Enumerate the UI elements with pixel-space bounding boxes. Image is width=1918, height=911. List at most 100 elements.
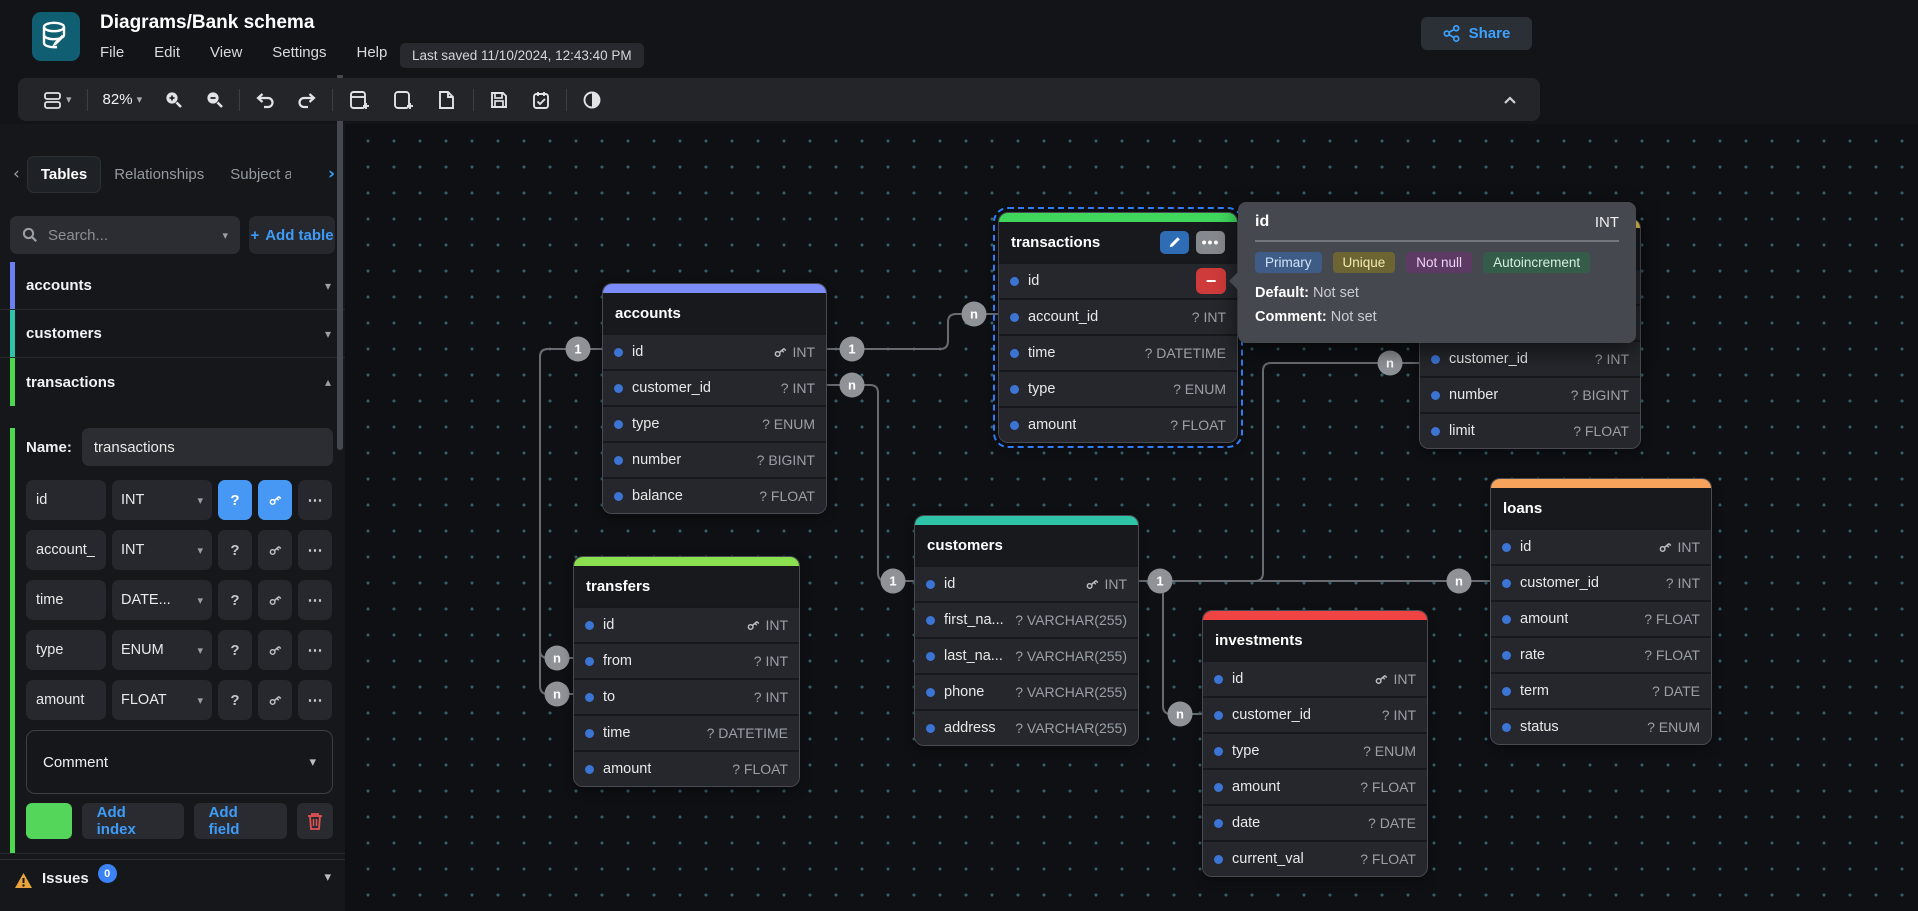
table-field-row: time? DATETIME bbox=[999, 334, 1237, 370]
add-field-button[interactable]: Add field bbox=[194, 803, 288, 839]
nullable-toggle-button[interactable]: ? bbox=[218, 680, 252, 720]
primary-key-button[interactable] bbox=[258, 630, 292, 670]
zoom-level-select[interactable]: 82% ▾ bbox=[92, 78, 154, 121]
field-type-select[interactable]: INT▾ bbox=[112, 480, 212, 520]
field-name-input[interactable]: amount bbox=[26, 680, 106, 720]
field-dot bbox=[1214, 711, 1223, 720]
add-table-button[interactable] bbox=[337, 78, 381, 121]
table-list-item-transactions[interactable]: transactions ▴ bbox=[0, 358, 345, 406]
field-dot bbox=[585, 657, 594, 666]
chevron-down-icon[interactable]: ▾ bbox=[325, 279, 331, 293]
sidebar: ‹ Tables Relationships Subject ar › Sear… bbox=[0, 124, 345, 911]
add-area-button[interactable] bbox=[381, 78, 425, 121]
page-title: Diagrams/Bank schema bbox=[100, 12, 314, 34]
comment-value: Not set bbox=[1331, 309, 1377, 325]
tabs-scroll-left-icon[interactable]: ‹ bbox=[6, 164, 27, 184]
diagram-table-customers[interactable]: customersidINTfirst_na...? VARCHAR(255)l… bbox=[914, 515, 1139, 746]
add-index-button[interactable]: Add index bbox=[82, 803, 184, 839]
field-more-button[interactable]: ⋯ bbox=[298, 530, 332, 570]
field-type-select[interactable]: FLOAT▾ bbox=[112, 680, 212, 720]
primary-key-button[interactable] bbox=[258, 530, 292, 570]
edit-pencil-icon bbox=[1168, 235, 1182, 249]
primary-key-button[interactable] bbox=[258, 680, 292, 720]
add-table-sidebar-button[interactable]: + Add table bbox=[249, 216, 335, 254]
field-more-button[interactable]: ⋯ bbox=[298, 630, 332, 670]
table-color-swatch[interactable] bbox=[26, 803, 72, 839]
edit-table-button[interactable] bbox=[1160, 231, 1189, 254]
share-button[interactable]: Share bbox=[1421, 17, 1532, 50]
table-more-button[interactable]: ••• bbox=[1196, 231, 1225, 254]
todo-button[interactable] bbox=[520, 78, 562, 121]
search-row: Search... ▾ + Add table bbox=[10, 216, 335, 254]
chevron-down-icon[interactable]: ▾ bbox=[325, 327, 331, 341]
primary-key-icon bbox=[268, 643, 282, 657]
nullable-toggle-button[interactable]: ? bbox=[218, 480, 252, 520]
delete-field-button[interactable]: − bbox=[1196, 268, 1226, 294]
field-type-select[interactable]: ENUM▾ bbox=[112, 630, 212, 670]
field-dot bbox=[585, 693, 594, 702]
primary-key-button[interactable] bbox=[258, 480, 292, 520]
toolbar-divider bbox=[332, 89, 333, 111]
field-type-select[interactable]: DATE...▾ bbox=[112, 580, 212, 620]
tab-subject-areas[interactable]: Subject ar bbox=[217, 157, 291, 192]
tab-tables[interactable]: Tables bbox=[27, 156, 101, 193]
chevron-down-icon[interactable]: ▾ bbox=[222, 229, 228, 242]
field-dot bbox=[614, 420, 623, 429]
table-field-row: balance? FLOAT bbox=[603, 477, 826, 513]
field-dot bbox=[614, 384, 623, 393]
zoom-out-button[interactable] bbox=[194, 78, 235, 121]
field-dot bbox=[1010, 385, 1019, 394]
nullable-toggle-button[interactable]: ? bbox=[218, 530, 252, 570]
field-name-input[interactable]: type bbox=[26, 630, 106, 670]
table-accent-bar bbox=[10, 428, 15, 853]
delete-table-button[interactable] bbox=[297, 803, 333, 839]
issues-footer[interactable]: Issues 0 ▾ bbox=[0, 859, 345, 911]
table-list-item-accounts[interactable]: accounts ▾ bbox=[0, 262, 345, 310]
tab-relationships[interactable]: Relationships bbox=[101, 157, 217, 192]
field-name-input[interactable]: account_ bbox=[26, 530, 106, 570]
field-dot bbox=[926, 580, 935, 589]
menu-help[interactable]: Help bbox=[356, 44, 387, 61]
menu-settings[interactable]: Settings bbox=[272, 44, 326, 61]
menu-view[interactable]: View bbox=[210, 44, 242, 61]
primary-key-icon bbox=[268, 593, 282, 607]
table-field-row: id− bbox=[999, 262, 1237, 298]
field-dot bbox=[926, 688, 935, 697]
table-name-input[interactable]: transactions bbox=[82, 428, 333, 466]
primary-key-button[interactable] bbox=[258, 580, 292, 620]
table-list-item-customers[interactable]: customers ▾ bbox=[0, 310, 345, 358]
field-name-input[interactable]: id bbox=[26, 480, 106, 520]
field-type-select[interactable]: INT▾ bbox=[112, 530, 212, 570]
theme-toggle-button[interactable] bbox=[571, 78, 613, 121]
diagram-table-accounts[interactable]: accountsidINTcustomer_id? INTtype? ENUMn… bbox=[602, 283, 827, 514]
undo-button[interactable] bbox=[244, 78, 286, 121]
nullable-toggle-button[interactable]: ? bbox=[218, 580, 252, 620]
field-dot bbox=[1010, 313, 1019, 322]
menu-edit[interactable]: Edit bbox=[154, 44, 180, 61]
toolbar-collapse-button[interactable] bbox=[1494, 94, 1526, 106]
table-title: transactions••• bbox=[999, 222, 1237, 262]
diagram-table-investments[interactable]: investmentsidINTcustomer_id? INTtype? EN… bbox=[1202, 610, 1428, 877]
search-input[interactable]: Search... ▾ bbox=[10, 216, 240, 254]
chevron-up-icon bbox=[1502, 94, 1518, 106]
view-mode-button[interactable]: ▾ bbox=[32, 78, 83, 121]
field-more-button[interactable]: ⋯ bbox=[298, 480, 332, 520]
menu-file[interactable]: File bbox=[100, 44, 124, 61]
table-field-row: idINT bbox=[603, 333, 826, 369]
field-dot bbox=[585, 765, 594, 774]
chevron-up-icon[interactable]: ▴ bbox=[325, 375, 331, 389]
add-note-button[interactable] bbox=[425, 78, 469, 121]
nullable-toggle-button[interactable]: ? bbox=[218, 630, 252, 670]
save-button[interactable] bbox=[478, 78, 520, 121]
diagram-table-loans[interactable]: loansidINTcustomer_id? INTamount? FLOATr… bbox=[1490, 478, 1712, 745]
drawdb-logo[interactable] bbox=[32, 12, 80, 61]
redo-button[interactable] bbox=[286, 78, 328, 121]
chevron-down-icon[interactable]: ▾ bbox=[324, 870, 331, 885]
comment-collapse[interactable]: Comment ▾ bbox=[26, 730, 333, 794]
field-name-input[interactable]: time bbox=[26, 580, 106, 620]
diagram-table-transfers[interactable]: transfersidINTfrom? INTto? INTtime? DATE… bbox=[573, 556, 800, 787]
field-more-button[interactable]: ⋯ bbox=[298, 580, 332, 620]
diagram-table-transactions[interactable]: transactions•••id−account_id? INTtime? D… bbox=[998, 212, 1238, 443]
zoom-in-button[interactable] bbox=[153, 78, 194, 121]
field-more-button[interactable]: ⋯ bbox=[298, 680, 332, 720]
